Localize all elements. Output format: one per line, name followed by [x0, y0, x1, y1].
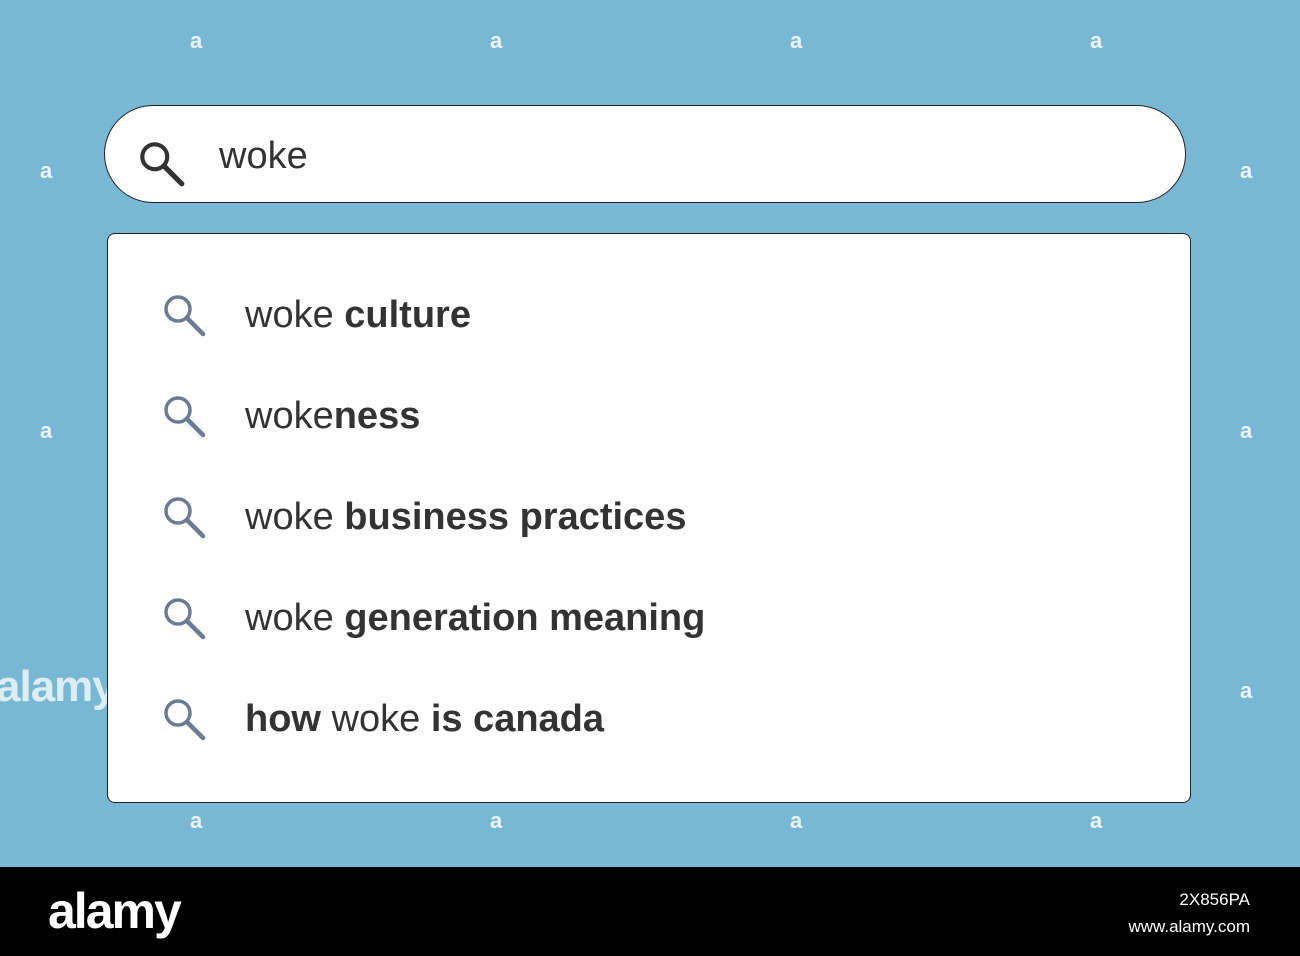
suggestion-text-part: ness [333, 395, 421, 437]
suggestion-text: woke culture [245, 294, 471, 336]
suggestion-text-part: woke [245, 395, 334, 437]
suggestion-text-part: culture [344, 294, 471, 336]
suggestion-text-part: business practices [344, 496, 687, 538]
suggestion-item[interactable]: woke generation meaning [108, 587, 1190, 647]
watermark-mark: a [40, 158, 53, 183]
stock-footer: alamy 2X856PA www.alamy.com [0, 867, 1300, 956]
suggestion-text: woke generation meaning [245, 597, 705, 639]
search-icon [164, 699, 206, 741]
watermark-mark: a [790, 808, 803, 833]
watermark-mark: a [1240, 678, 1253, 703]
suggestion-text: how woke is canada [245, 698, 604, 740]
suggestion-text: woke business practices [245, 496, 686, 538]
search-icon[interactable] [135, 137, 187, 189]
site-url: www.alamy.com [1128, 917, 1250, 936]
suggestion-item[interactable]: how woke is canada [108, 688, 1190, 748]
watermark-mark: a [190, 808, 203, 833]
suggestion-item[interactable]: wokeness [108, 385, 1190, 445]
alamy-logo: alamy [48, 883, 182, 939]
search-icon [164, 396, 206, 438]
watermark-mark: a [1240, 418, 1253, 443]
suggestion-text-part: woke [245, 496, 345, 538]
suggestion-text-part: woke [320, 698, 431, 740]
watermark-mark: a [1240, 158, 1253, 183]
watermark-mark: a [490, 808, 503, 833]
suggestion-item[interactable]: woke culture [108, 284, 1190, 344]
search-icon [164, 295, 206, 337]
watermark-side-logo: alamy [0, 662, 117, 711]
watermark-mark: a [490, 28, 503, 53]
search-icon [164, 497, 206, 539]
screenshot-canvas: a a a a a a a a a a a a a alamy woke wok… [0, 0, 1300, 956]
watermark-mark: a [1090, 808, 1103, 833]
search-query[interactable]: woke [219, 136, 308, 176]
suggestion-text-part: how [245, 698, 321, 740]
watermark-mark: a [1090, 28, 1103, 53]
search-icon [164, 598, 206, 640]
image-id: 2X856PA [1179, 890, 1250, 909]
watermark-mark: a [790, 28, 803, 53]
autocomplete-dropdown: woke culture wokeness woke business prac… [107, 233, 1191, 803]
suggestion-text-part: generation meaning [344, 597, 706, 639]
suggestion-text-part: is canada [430, 698, 605, 740]
watermark-mark: a [40, 418, 53, 443]
suggestion-text-part: woke [245, 294, 345, 336]
suggestion-text-part: woke [245, 597, 345, 639]
search-bar[interactable]: woke [104, 105, 1186, 203]
suggestion-text: wokeness [245, 395, 420, 437]
suggestion-item[interactable]: woke business practices [108, 486, 1190, 546]
watermark-mark: a [190, 28, 203, 53]
